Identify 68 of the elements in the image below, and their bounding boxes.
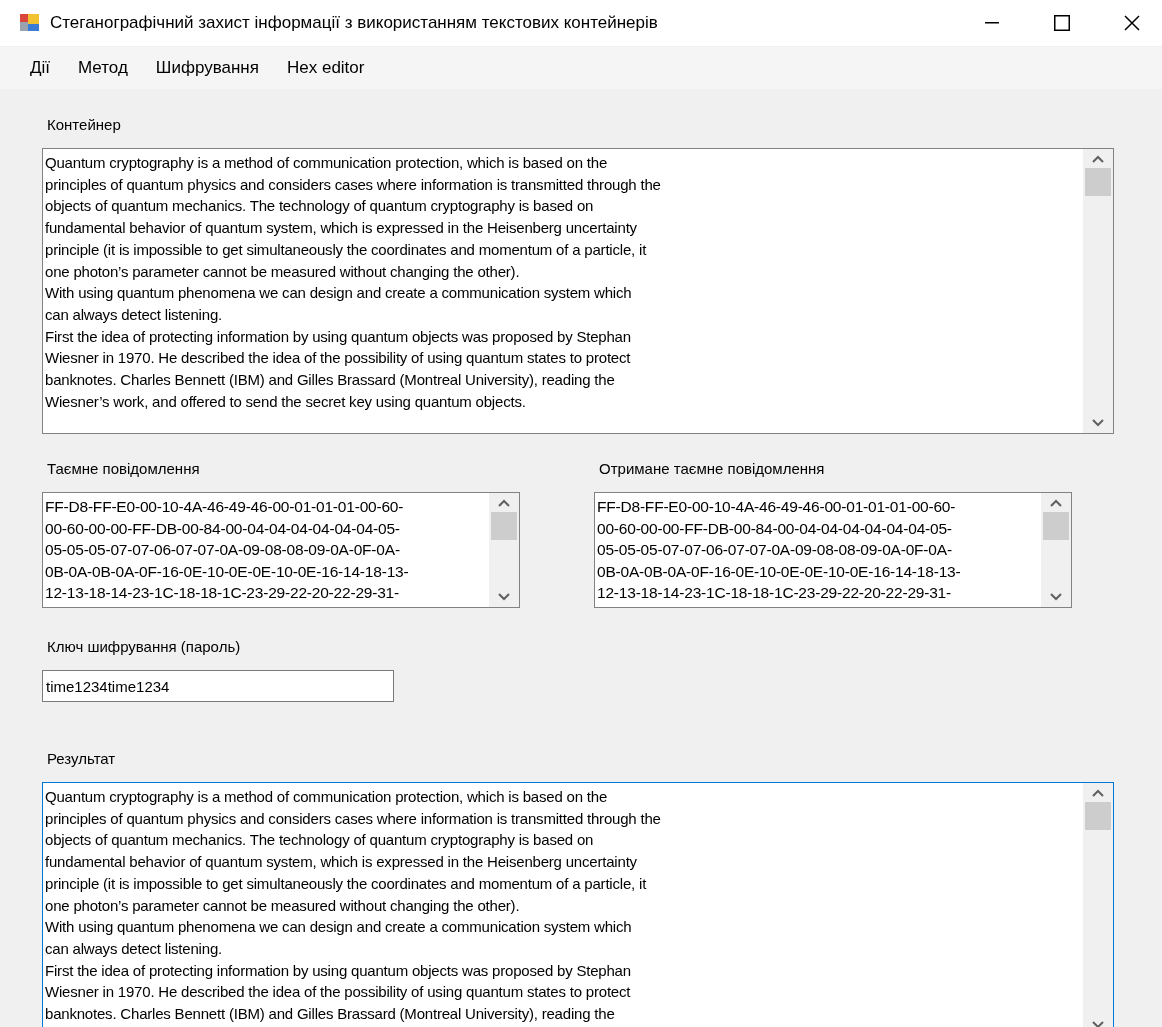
- scroll-down-icon[interactable]: [497, 592, 511, 601]
- scroll-thumb[interactable]: [1085, 168, 1111, 196]
- scroll-thumb[interactable]: [491, 512, 517, 540]
- text-line: Wiesner’s work, and offered to send the secret key using quantum objects.: [45, 391, 527, 412]
- text-area[interactable]: [594, 492, 1072, 608]
- field-label: Ключ шифрування (пароль): [47, 638, 242, 657]
- app-icon: [20, 13, 40, 33]
- scrollbar[interactable]: [489, 493, 519, 607]
- menu-item[interactable]: Дії: [16, 54, 64, 82]
- text-line: one photon’s parameter cannot be measured without changing the other).: [45, 895, 521, 916]
- scroll-up-icon[interactable]: [1091, 789, 1105, 798]
- text-line: banknotes. Charles Bennett (IBM) and Gilles Brassard (Montreal University), reading the: [45, 1004, 616, 1025]
- menu-item[interactable]: Метод: [64, 54, 142, 82]
- menu-item[interactable]: Hex editor: [272, 54, 379, 82]
- scroll-up-icon[interactable]: [1049, 499, 1063, 508]
- text-area[interactable]: [42, 492, 520, 608]
- text-line: one photon’s parameter cannot be measured without changing the other).: [45, 261, 521, 282]
- text-line: FF-D8-FF-E0-00-10-4A-46-49-46-00-01-01-01-00-60-: [45, 497, 405, 517]
- text-line: First the idea of protecting information by using quantum objects was proposed by Stephan: [45, 960, 632, 981]
- text-line: Wiesner in 1970. He described the idea of the possibility of using quantum states to protect: [45, 348, 632, 369]
- text-line: Wiesner in 1970. He described the idea of the possibility of using quantum states to protect: [45, 982, 632, 1003]
- text-line: 05-05-05-07-07-06-07-07-0A-09-08-08-09-0A-0F-0A-: [45, 540, 401, 560]
- scroll-thumb[interactable]: [1043, 512, 1069, 540]
- text-line: fundamental behavior of quantum system, which is expressed in the Heisenberg uncertainty: [45, 852, 638, 873]
- password-field[interactable]: time1234time1234: [42, 670, 394, 702]
- text-line: principles of quantum physics and considers cases where information is transmitted through the: [45, 808, 662, 829]
- text-line: principle (it is impossible to get simultaneously the coordinates and momentum of a particle, it: [45, 239, 648, 260]
- text-line: objects of quantum mechanics. The technology of quantum cryptography is based on: [45, 196, 595, 217]
- text-line: FF-D8-FF-E0-00-10-4A-46-49-46-00-01-01-01-00-60-: [597, 497, 957, 517]
- text-line: 00-60-00-00-FF-DB-00-84-00-04-04-04-04-04-04-05-: [597, 518, 953, 539]
- text-area[interactable]: [42, 782, 1114, 1027]
- field-label: Отримане таємне повідомлення: [599, 460, 826, 479]
- field-label: Таємне повідомлення: [47, 460, 201, 479]
- text-line: 0B-0A-0B-0A-0F-16-0E-10-0E-0E-10-0E-16-14-18-13-: [597, 561, 962, 582]
- text-line: Quantum cryptography is a method of communication protection, which is based on the: [45, 153, 609, 173]
- text-line: 00-60-00-00-FF-DB-00-84-00-04-04-04-04-04-04-05-: [45, 518, 401, 539]
- text-line: principle (it is impossible to get simultaneously the coordinates and momentum of a particle, it: [45, 873, 648, 894]
- close-icon: [1124, 15, 1140, 31]
- minimize-icon: [985, 22, 999, 24]
- text-line: banknotes. Charles Bennett (IBM) and Gilles Brassard (Montreal University), reading the: [45, 370, 616, 391]
- text-line: With using quantum phenomena we can design and create a communication system which: [45, 917, 633, 938]
- text-line: objects of quantum mechanics. The technology of quantum cryptography is based on: [45, 830, 595, 851]
- text-line: 0B-0A-0B-0A-0F-16-0E-10-0E-0E-10-0E-16-14-18-13-: [45, 561, 410, 582]
- text-line: With using quantum phenomena we can design and create a communication system which: [45, 283, 633, 304]
- scrollbar[interactable]: [1083, 783, 1113, 1027]
- scroll-up-icon[interactable]: [497, 499, 511, 508]
- text-area[interactable]: [42, 148, 1114, 434]
- scroll-down-icon[interactable]: [1049, 592, 1063, 601]
- text-line: 12-13-18-14-23-1C-18-18-1C-23-29-22-20-22-29-31-: [597, 583, 952, 603]
- scroll-up-icon[interactable]: [1091, 155, 1105, 164]
- text-line: 05-05-05-07-07-06-07-07-0A-09-08-08-09-0A-0F-0A-: [597, 540, 953, 560]
- text-line: can always detect listening.: [45, 938, 223, 959]
- scroll-down-icon[interactable]: [1091, 418, 1105, 427]
- field-label: Контейнер: [47, 116, 122, 135]
- text-line: 12-13-18-14-23-1C-18-18-1C-23-29-22-20-22-29-31-: [45, 583, 400, 603]
- scrollbar[interactable]: [1083, 149, 1113, 433]
- text-line: principles of quantum physics and considers cases where information is transmitted through the: [45, 174, 662, 195]
- text-line: fundamental behavior of quantum system, which is expressed in the Heisenberg uncertainty: [45, 218, 638, 239]
- window-title: Стеганографічний захист інформації з використанням текстових контейнерів: [50, 13, 659, 33]
- scroll-thumb[interactable]: [1085, 802, 1111, 830]
- maximize-icon: [1054, 15, 1070, 31]
- field-label: Результат: [47, 750, 117, 769]
- text-line: First the idea of protecting information by using quantum objects was proposed by Stephan: [45, 326, 632, 347]
- text-line: can always detect listening.: [45, 304, 223, 325]
- scroll-down-icon[interactable]: [1091, 1020, 1105, 1027]
- text-line: Quantum cryptography is a method of communication protection, which is based on the: [45, 787, 609, 807]
- scrollbar[interactable]: [1041, 493, 1071, 607]
- menu-item[interactable]: Шифрування: [141, 54, 273, 82]
